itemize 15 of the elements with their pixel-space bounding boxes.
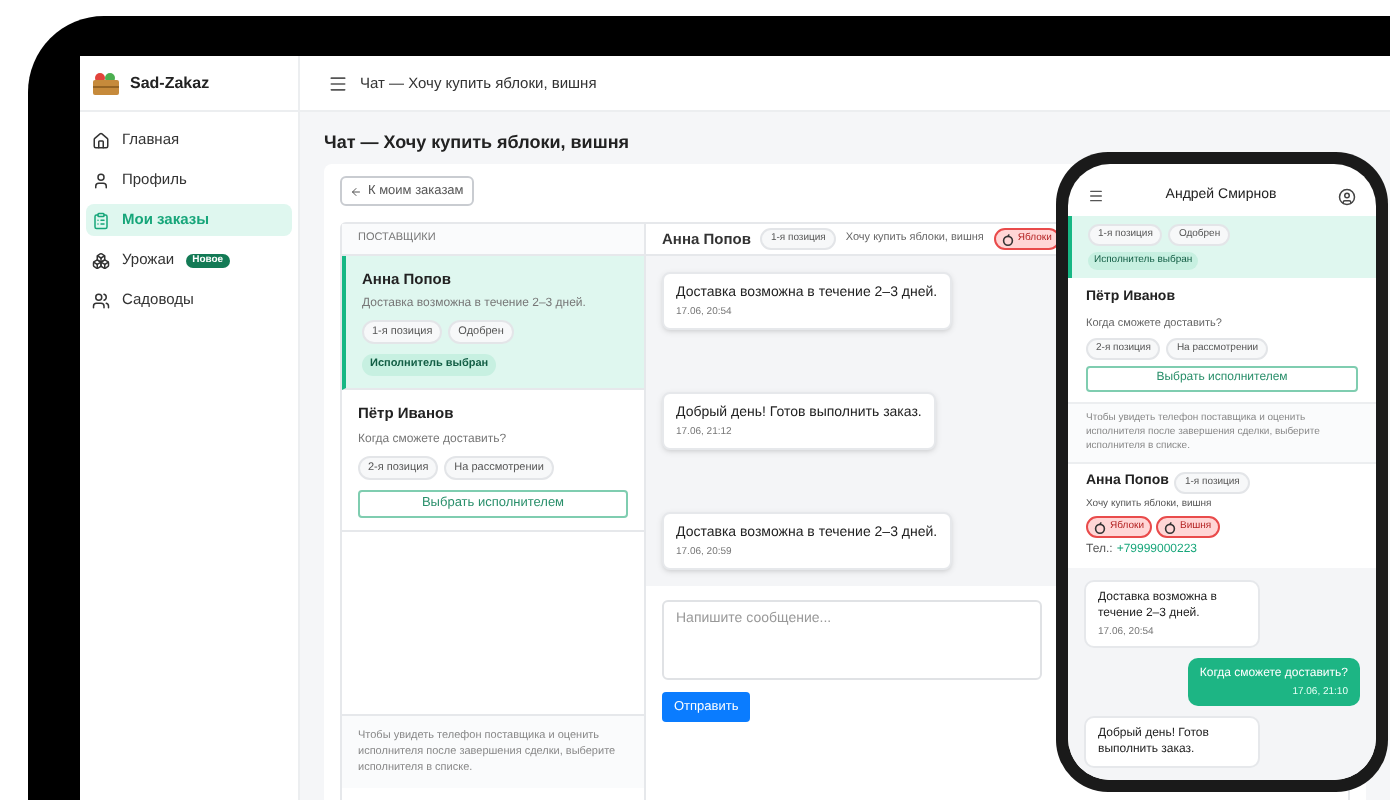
page-title: Чат — Хочу купить яблоки, вишня — [324, 130, 632, 156]
nav-icon — [92, 251, 110, 269]
nav-icon — [92, 211, 110, 229]
arrow-left-icon — [350, 185, 362, 197]
menu-icon[interactable] — [328, 73, 348, 93]
nav-icon — [92, 131, 110, 149]
nav-icon — [92, 291, 110, 309]
fruit-icon — [1001, 233, 1014, 245]
fruit-icon — [1164, 521, 1176, 534]
app-name: Sad-Zakaz — [130, 71, 210, 95]
user-icon[interactable] — [1337, 187, 1356, 205]
crate-icon — [92, 71, 120, 95]
nav-icon — [92, 171, 110, 189]
fruit-icon — [1094, 521, 1106, 534]
menu-icon[interactable] — [1088, 188, 1104, 204]
